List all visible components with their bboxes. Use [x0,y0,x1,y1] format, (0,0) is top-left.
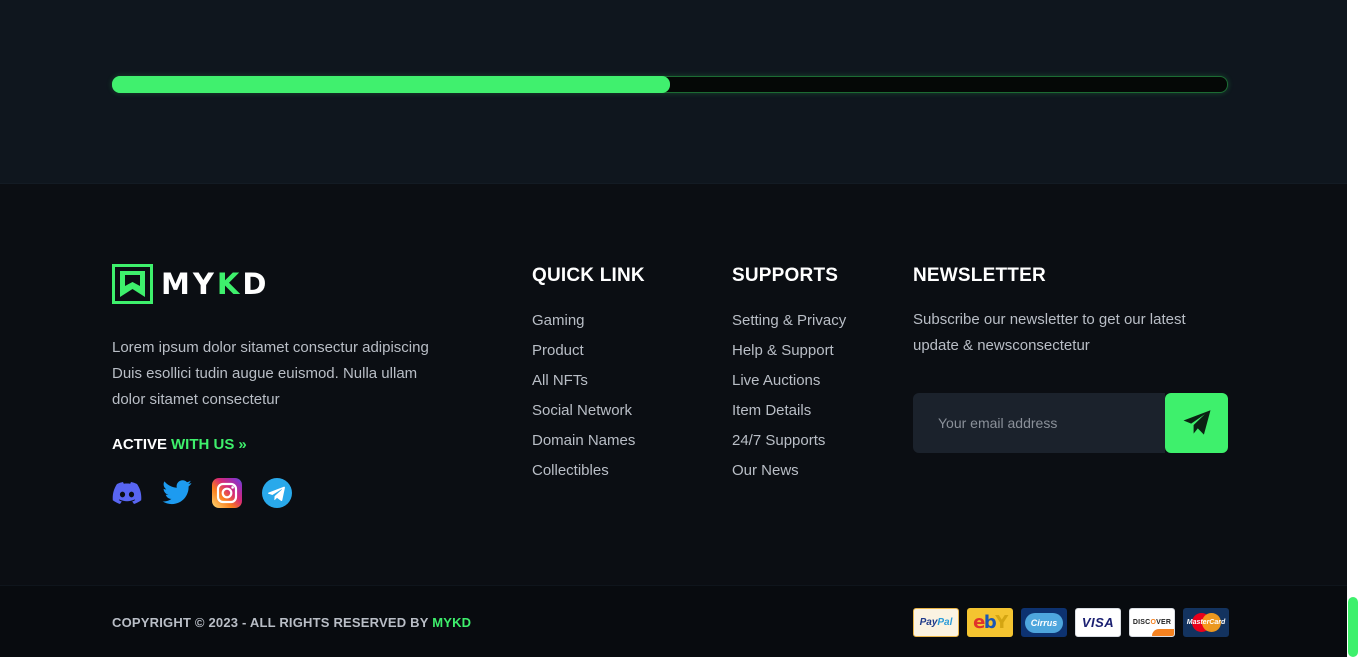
ebay-card-icon: ebY [967,608,1013,637]
quick-link-column: QUICK LINK Gaming Product All NFTs Socia… [532,265,645,491]
quick-link-product[interactable]: Product [532,341,645,371]
logo-text: MYKD [161,267,270,301]
support-link-live-auctions[interactable]: Live Auctions [732,371,846,401]
active-with-us-heading: ACTIVE WITH US » [112,436,247,453]
double-chevron-right-icon: » [238,436,247,453]
telegram-icon[interactable] [262,478,292,508]
quick-link-title: QUICK LINK [532,265,645,286]
support-link-setting-privacy[interactable]: Setting & Privacy [732,311,846,341]
copyright-brand[interactable]: MYKD [432,615,471,630]
paypal-card-icon: PayPal [913,608,959,637]
twitter-icon[interactable] [162,478,192,508]
support-link-item-details[interactable]: Item Details [732,401,846,431]
progress-bar [112,76,1228,93]
instagram-icon[interactable] [212,478,242,508]
copyright-text: COPYRIGHT © 2023 - ALL RIGHTS RESERVED B… [112,615,472,630]
newsletter-title: NEWSLETTER [913,265,1046,286]
cirrus-card-icon: Cirrus [1021,608,1067,637]
quick-link-list: Gaming Product All NFTs Social Network D… [532,311,645,491]
logo-mark-icon [112,264,153,304]
payment-cards: PayPal ebY Cirrus VISA DISCOVER MasterCa… [913,608,1229,637]
progress-fill [112,76,670,93]
page-scrollbar[interactable] [1347,0,1359,657]
email-input[interactable] [913,393,1166,453]
discover-card-icon: DISCOVER [1129,608,1175,637]
quick-link-all-nfts[interactable]: All NFTs [532,371,645,401]
visa-card-icon: VISA [1075,608,1121,637]
quick-link-collectibles[interactable]: Collectibles [532,461,645,491]
about-text: Lorem ipsum dolor sitamet consectur adip… [112,339,429,408]
social-links [112,478,292,508]
quick-link-gaming[interactable]: Gaming [532,311,645,341]
discord-icon[interactable] [112,478,142,508]
mastercard-card-icon: MasterCard [1183,608,1229,637]
supports-column: SUPPORTS Setting & Privacy Help & Suppor… [732,265,846,491]
logo[interactable]: MYKD [112,264,269,304]
support-link-24-7-supports[interactable]: 24/7 Supports [732,431,846,461]
quick-link-social-network[interactable]: Social Network [532,401,645,431]
support-link-our-news[interactable]: Our News [732,461,846,491]
newsletter-column: NEWSLETTER Subscribe our newsletter to g… [913,265,1228,453]
supports-title: SUPPORTS [732,265,839,286]
subscribe-button[interactable] [1165,393,1228,453]
scrollbar-thumb[interactable] [1348,597,1358,657]
support-link-help-support[interactable]: Help & Support [732,341,846,371]
supports-list: Setting & Privacy Help & Support Live Au… [732,311,846,491]
send-icon [1183,410,1211,435]
newsletter-form [913,393,1228,453]
top-section [0,0,1347,184]
quick-link-domain-names[interactable]: Domain Names [532,431,645,461]
newsletter-text: Subscribe our newsletter to get our late… [913,311,1186,354]
